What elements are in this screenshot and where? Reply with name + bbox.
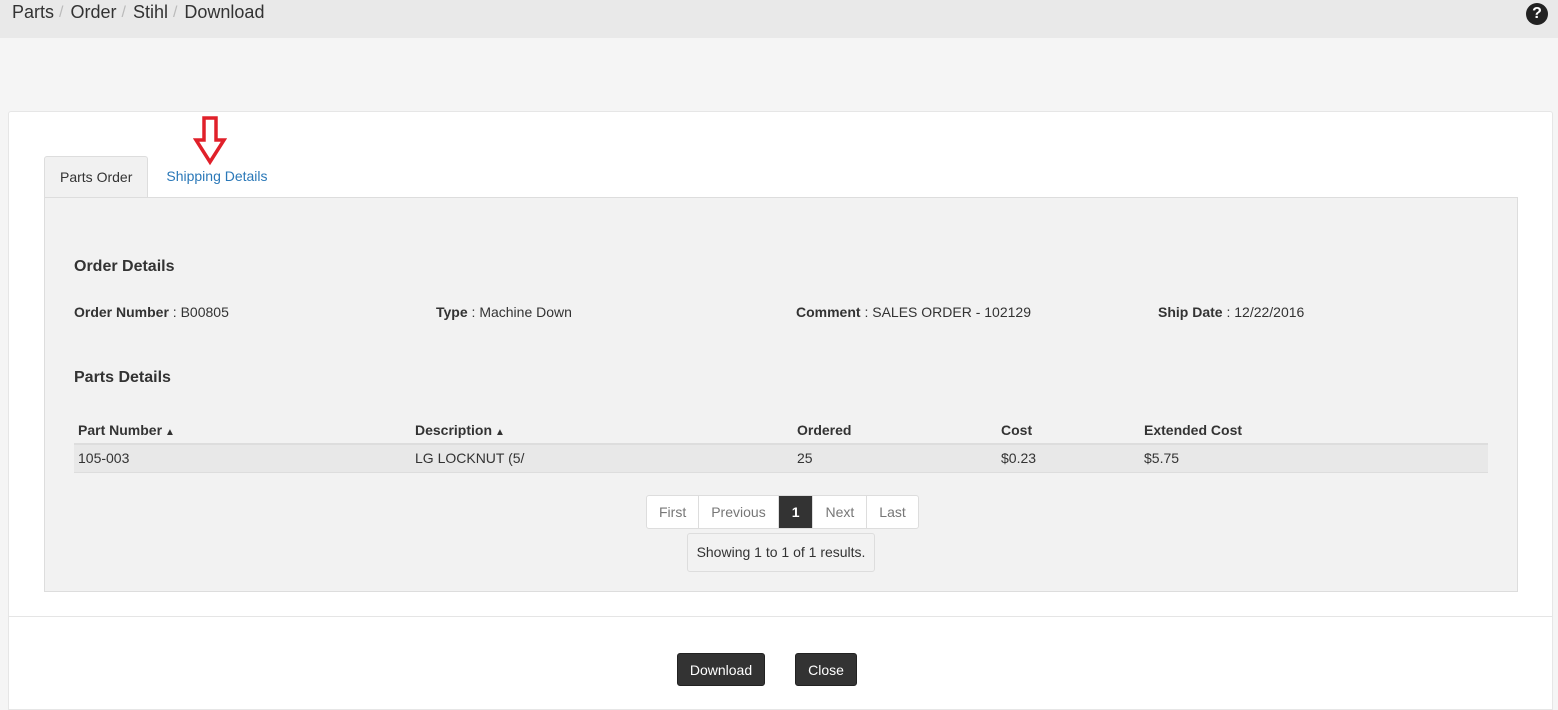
tab-parts-order[interactable]: Parts Order [44,156,149,197]
download-button[interactable]: Download [677,653,765,686]
breadcrumb: Parts / Order / Stihl / Download [12,2,264,23]
footer-divider [9,616,1552,617]
order-number-label: Order Number [74,304,169,320]
order-panel: Parts Order Shipping Details Order Detai… [8,111,1553,710]
type-label: Type [436,304,468,320]
breadcrumb-separator: / [172,3,178,21]
parts-order-pane: Order Details Order Number : B00805 Type… [44,197,1518,592]
order-number-value: B00805 [180,304,229,320]
breadcrumb-separator: / [59,3,64,21]
pagination: First Previous 1 Next Last [646,495,919,529]
sort-icon[interactable]: ▲︎ [165,427,175,438]
parts-details-title: Parts Details [74,369,171,386]
pagination-first[interactable]: First [647,496,698,528]
column-header-extended-cost: Extended Cost [1140,416,1488,445]
type-value: Machine Down [479,304,572,320]
comment-value: SALES ORDER - 102129 [872,304,1031,320]
comment-label: Comment [796,304,861,320]
column-header-description[interactable]: Description ▲︎ [411,416,793,445]
table-header-row: Part Number ▲︎ Description ▲︎ Ordered Cost… [74,416,1488,445]
breadcrumb-item-stihl[interactable]: Stihl [133,2,168,23]
cell-description: LG LOCKNUT (5/ [411,444,793,473]
cell-cost: $0.23 [997,444,1140,473]
type-field: Type : Machine Down [436,304,572,320]
question-circle-icon[interactable]: ? [1526,3,1548,25]
ship-date-label: Ship Date [1158,304,1223,320]
pagination-last[interactable]: Last [866,496,917,528]
breadcrumb-separator: / [121,3,126,21]
parts-table: Part Number ▲︎ Description ▲︎ Ordered Cost… [74,416,1488,473]
breadcrumb-item-order[interactable]: Order [70,2,116,23]
breadcrumb-item-parts[interactable]: Parts [12,2,54,23]
breadcrumb-item-download: Download [184,2,265,22]
column-header-cost: Cost [997,416,1140,445]
ship-date-field: Ship Date : 12/22/2016 [1158,304,1305,320]
close-button[interactable]: Close [795,653,857,686]
order-details-title: Order Details [74,258,175,275]
cell-extended-cost: $5.75 [1140,444,1488,473]
tab-shipping-details[interactable]: Shipping Details [148,156,282,197]
top-bar: Parts / Order / Stihl / Download ? [0,0,1558,38]
cell-part-number: 105-003 [74,444,411,473]
column-header-part-number[interactable]: Part Number ▲︎ [74,416,411,445]
pagination-page-current[interactable]: 1 [777,496,813,528]
sort-icon[interactable]: ▲︎ [495,427,505,438]
table-row: 105-003 LG LOCKNUT (5/ 25 $0.23 $5.75 [74,444,1488,473]
column-header-ordered: Ordered [793,416,997,445]
tab-bar: Parts Order Shipping Details [44,156,283,197]
pagination-next[interactable]: Next [812,496,866,528]
pagination-previous[interactable]: Previous [698,496,777,528]
ship-date-value: 12/22/2016 [1234,304,1305,320]
order-number-field: Order Number : B00805 [74,304,229,320]
comment-field: Comment : SALES ORDER - 102129 [796,304,1031,320]
results-summary: Showing 1 to 1 of 1 results. [687,533,875,572]
cell-ordered: 25 [793,444,997,473]
